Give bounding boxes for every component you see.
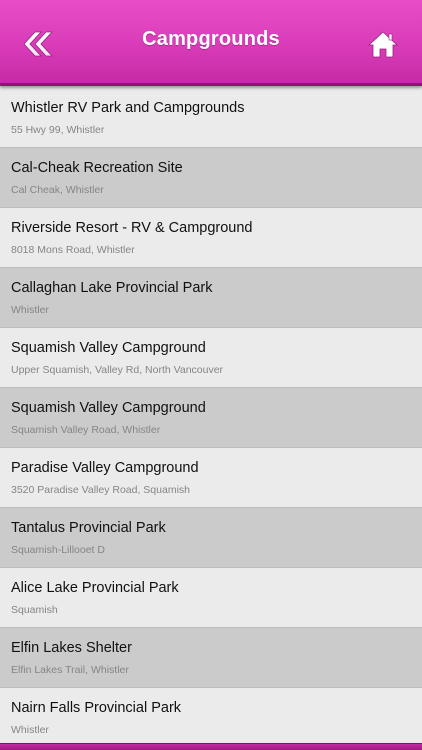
list-item[interactable]: Squamish Valley Campground Upper Squamis… xyxy=(0,328,422,388)
campground-address: Squamish-Lillooet D xyxy=(11,544,105,556)
list-item[interactable]: Alice Lake Provincial Park Squamish xyxy=(0,568,422,628)
list-item[interactable]: Squamish Valley Campground Squamish Vall… xyxy=(0,388,422,448)
home-button[interactable] xyxy=(364,24,402,64)
campground-name: Callaghan Lake Provincial Park xyxy=(11,280,213,296)
nav-header: Campgrounds xyxy=(0,0,422,86)
campground-name: Cal-Cheak Recreation Site xyxy=(11,160,183,176)
campground-name: Squamish Valley Campground xyxy=(11,340,206,356)
campground-address: Squamish Valley Road, Whistler xyxy=(11,424,161,436)
campground-name: Elfin Lakes Shelter xyxy=(11,640,132,656)
campground-list[interactable]: Whistler RV Park and Campgrounds 55 Hwy … xyxy=(0,88,422,744)
campground-name: Squamish Valley Campground xyxy=(11,400,206,416)
list-item[interactable]: Tantalus Provincial Park Squamish-Lilloo… xyxy=(0,508,422,568)
campground-address: Elfin Lakes Trail, Whistler xyxy=(11,664,129,676)
list-item[interactable]: Paradise Valley Campground 3520 Paradise… xyxy=(0,448,422,508)
campground-name: Nairn Falls Provincial Park xyxy=(11,700,182,716)
campground-name: Riverside Resort - RV & Campground xyxy=(11,220,253,236)
list-item[interactable]: Riverside Resort - RV & Campground 8018 … xyxy=(0,208,422,268)
campground-address: 3520 Paradise Valley Road, Squamish xyxy=(11,484,190,496)
campground-address: 8018 Mons Road, Whistler xyxy=(11,244,135,256)
bottom-bar xyxy=(0,743,422,750)
page-title: Campgrounds xyxy=(142,28,280,50)
list-item[interactable]: Callaghan Lake Provincial Park Whistler xyxy=(0,268,422,328)
campground-address: Whistler xyxy=(11,304,49,316)
list-item[interactable]: Elfin Lakes Shelter Elfin Lakes Trail, W… xyxy=(0,628,422,688)
campground-name: Whistler RV Park and Campgrounds xyxy=(11,100,245,116)
campground-name: Tantalus Provincial Park xyxy=(11,520,166,536)
campground-name: Paradise Valley Campground xyxy=(11,460,199,476)
campground-address: 55 Hwy 99, Whistler xyxy=(11,124,105,136)
list-item[interactable]: Nairn Falls Provincial Park Whistler xyxy=(0,688,422,744)
list-item[interactable]: Cal-Cheak Recreation Site Cal Cheak, Whi… xyxy=(0,148,422,208)
campground-name: Alice Lake Provincial Park xyxy=(11,580,179,596)
campground-address: Upper Squamish, Valley Rd, North Vancouv… xyxy=(11,364,224,376)
campground-address: Whistler xyxy=(11,724,49,736)
home-icon xyxy=(368,30,398,57)
list-item[interactable]: Whistler RV Park and Campgrounds 55 Hwy … xyxy=(0,88,422,148)
campground-address: Squamish xyxy=(11,604,58,616)
campground-address: Cal Cheak, Whistler xyxy=(11,184,104,196)
